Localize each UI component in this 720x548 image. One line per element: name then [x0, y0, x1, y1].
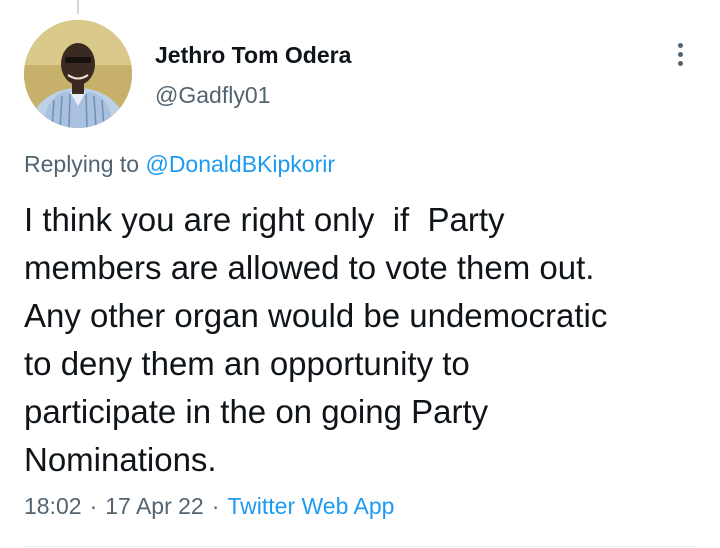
meta-separator: · [89, 493, 98, 519]
author-display-name[interactable]: Jethro Tom Odera [155, 40, 351, 70]
replying-to: Replying to @DonaldBKipkorir [24, 148, 335, 180]
replying-to-link[interactable]: @DonaldBKipkorir [145, 151, 335, 177]
avatar-image [24, 20, 132, 128]
avatar[interactable] [24, 20, 132, 128]
tweet-source-link[interactable]: Twitter Web App [227, 493, 394, 519]
author-info: Jethro Tom Odera @Gadfly01 [155, 40, 351, 110]
author-handle[interactable]: @Gadfly01 [155, 80, 351, 110]
thread-line [77, 0, 79, 14]
more-vertical-icon[interactable] [670, 40, 690, 68]
divider [24, 546, 696, 547]
tweet-date[interactable]: 17 Apr 22 [105, 493, 203, 519]
meta-separator: · [211, 493, 220, 519]
tweet-text: I think you are right only if Party memb… [24, 201, 608, 478]
replying-prefix: Replying to [24, 151, 140, 177]
tweet-time[interactable]: 18:02 [24, 493, 82, 519]
tweet-meta: 18:02 · 17 Apr 22 · Twitter Web App [24, 490, 394, 522]
